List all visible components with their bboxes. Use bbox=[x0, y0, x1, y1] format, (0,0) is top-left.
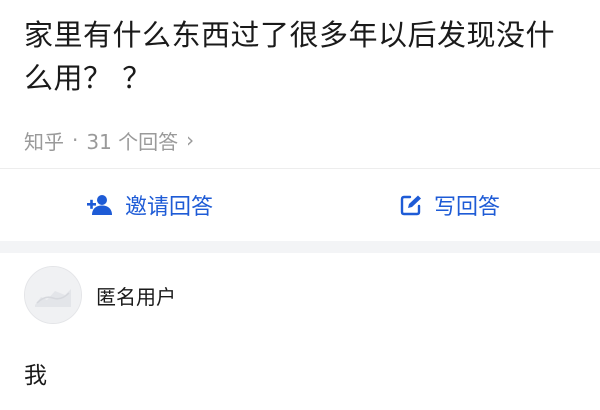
write-answer-button[interactable]: 写回答 bbox=[300, 169, 600, 241]
invite-answer-button[interactable]: 邀请回答 bbox=[0, 169, 300, 241]
avatar[interactable] bbox=[24, 266, 82, 324]
answer-author-row[interactable]: 匿名用户 bbox=[24, 266, 176, 324]
edit-icon bbox=[400, 195, 421, 216]
anonymous-avatar-icon bbox=[25, 267, 81, 323]
answer-count: 31 个回答 bbox=[86, 129, 179, 154]
answer-count-link[interactable]: 31 个回答 › bbox=[86, 126, 194, 155]
answer-content[interactable]: 我 bbox=[24, 356, 47, 390]
question-page: 家里有什么东西过了很多年以后发现没什么用？ ？ 知乎 · 31 个回答 › 邀请… bbox=[0, 0, 600, 410]
action-bar: 邀请回答 写回答 bbox=[0, 169, 600, 241]
meta-separator: · bbox=[72, 128, 79, 152]
add-user-icon bbox=[86, 195, 112, 215]
write-answer-label: 写回答 bbox=[433, 195, 500, 220]
section-gap bbox=[0, 241, 600, 253]
chevron-right-icon: › bbox=[186, 128, 195, 152]
invite-answer-label: 邀请回答 bbox=[124, 195, 213, 220]
question-title[interactable]: 家里有什么东西过了很多年以后发现没什么用？ ？ bbox=[24, 14, 584, 100]
author-name[interactable]: 匿名用户 bbox=[96, 281, 176, 310]
source-label: 知乎 bbox=[24, 129, 64, 154]
question-meta: 知乎 · 31 个回答 › bbox=[24, 124, 194, 156]
